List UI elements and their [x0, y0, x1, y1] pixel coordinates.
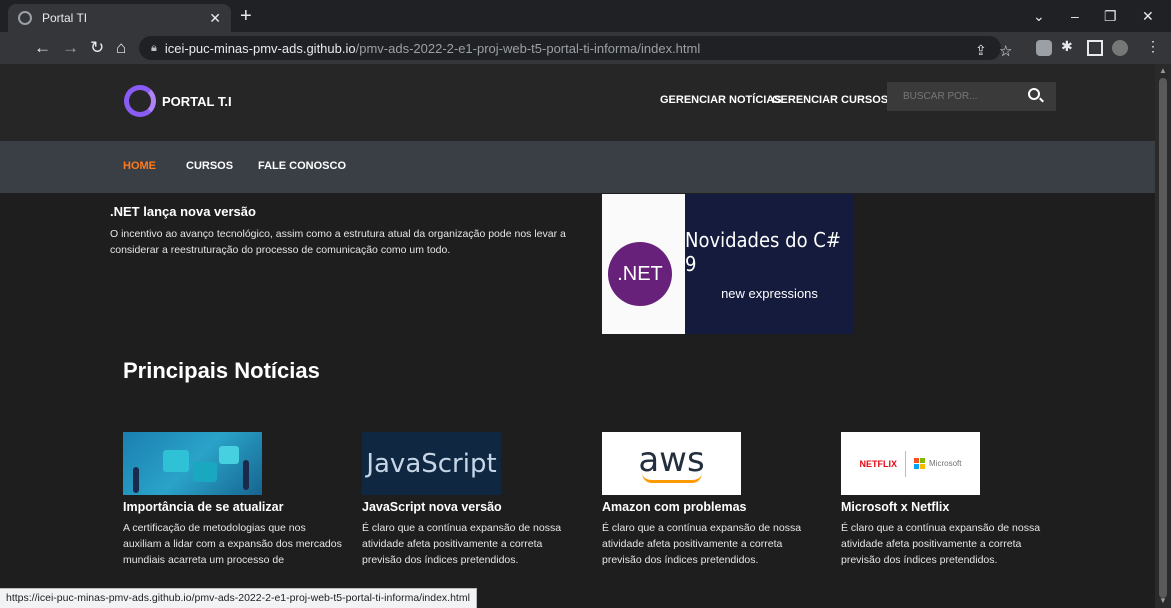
news-card[interactable]: Importância de se atualizar A certificaç…	[123, 432, 343, 568]
featured-news-title[interactable]: .NET lança nova versão	[110, 204, 580, 219]
logo-ring-icon	[124, 85, 156, 117]
tab-title: Portal TI	[42, 11, 88, 25]
featured-news: .NET lança nova versão O incentivo ao av…	[110, 204, 580, 258]
browser-chrome: Portal TI ✕ + ⌄ – ❐ ✕ ← → ↻ ⌂ 🔒︎ icei-pu…	[0, 0, 1171, 64]
site-logo[interactable]: PORTAL T.I	[124, 85, 232, 117]
bookmark-star-icon[interactable]: ☆	[999, 42, 1012, 60]
close-window-icon[interactable]: ✕	[1142, 8, 1154, 25]
news-card[interactable]: aws Amazon com problemas É claro que a c…	[602, 432, 822, 568]
news-card-image[interactable]: NETFLIX Microsoft	[841, 432, 980, 495]
netflix-logo-text: NETFLIX	[859, 458, 898, 469]
scrollbar-thumb[interactable]	[1159, 78, 1167, 598]
page-scrollbar[interactable]: ▲ ▼	[1155, 64, 1171, 608]
featured-banner-image[interactable]: .NET Novidades do C# 9 new expressions	[602, 194, 854, 334]
aws-logo-text: aws	[638, 439, 705, 480]
news-card-image[interactable]	[123, 432, 262, 495]
profile-avatar-icon[interactable]	[1112, 40, 1128, 56]
url-path: /pmv-ads-2022-2-e1-proj-web-t5-portal-ti…	[355, 40, 701, 56]
news-card-text: A certificação de metodologias que nos a…	[123, 522, 342, 566]
news-card[interactable]: NETFLIX Microsoft Microsoft x Netflix É …	[841, 432, 1061, 568]
forward-icon[interactable]: →	[62, 38, 79, 58]
banner-right-panel: Novidades do C# 9 new expressions	[685, 194, 854, 334]
news-card-image[interactable]: JavaScript	[362, 432, 501, 495]
lock-icon[interactable]: 🔒︎	[151, 42, 157, 55]
banner-title: Novidades do C# 9	[685, 227, 841, 276]
featured-news-text: O incentivo ao avanço tecnológico, assim…	[110, 228, 566, 256]
search-box	[887, 82, 1056, 111]
back-icon[interactable]: ←	[34, 38, 51, 58]
new-tab-icon[interactable]: +	[240, 6, 252, 26]
home-icon[interactable]: ⌂	[116, 38, 126, 58]
search-icon[interactable]	[1028, 88, 1040, 100]
globe-icon	[18, 11, 32, 25]
logo-text: PORTAL T.I	[162, 93, 232, 109]
menu-kebab-icon[interactable]: ⋮	[1146, 38, 1160, 55]
web-page: PORTAL T.I GERENCIAR NOTÍCIAS GERENCIAR …	[0, 64, 1155, 608]
news-card-text: É claro que a contínua expansão de nossa…	[841, 522, 1041, 566]
restore-icon[interactable]: ❐	[1104, 8, 1117, 25]
logo-divider	[905, 450, 907, 477]
subnav-cursos[interactable]: CURSOS	[186, 160, 233, 172]
news-card-text: É claro que a contínua expansão de nossa…	[362, 522, 562, 566]
site-header: PORTAL T.I GERENCIAR NOTÍCIAS GERENCIAR …	[0, 64, 1155, 141]
minimize-icon[interactable]: –	[1071, 8, 1079, 24]
side-panel-icon[interactable]	[1087, 40, 1103, 56]
extension-m-icon[interactable]	[1036, 40, 1052, 56]
aws-smile-icon	[641, 473, 702, 483]
tab-strip: Portal TI ✕ + ⌄ – ❐ ✕	[0, 0, 1171, 32]
microsoft-logo-text: Microsoft	[929, 459, 962, 468]
close-tab-icon[interactable]: ✕	[209, 10, 221, 27]
status-bar-url: https://icei-puc-minas-pmv-ads.github.io…	[0, 588, 477, 608]
search-input[interactable]	[903, 91, 1023, 102]
scroll-up-icon[interactable]: ▲	[1159, 66, 1167, 75]
banner-left-panel: .NET	[602, 194, 685, 334]
banner-subtitle: new expressions	[721, 285, 818, 301]
reload-icon[interactable]: ↻	[90, 38, 104, 58]
news-card[interactable]: JavaScript JavaScript nova versão É clar…	[362, 432, 582, 568]
microsoft-logo-icon	[914, 458, 926, 469]
url-host: icei-puc-minas-pmv-ads.github.io	[164, 40, 356, 56]
subnav-fale-conosco[interactable]: FALE CONOSCO	[258, 160, 346, 172]
news-card-title[interactable]: JavaScript nova versão	[362, 500, 582, 514]
share-icon[interactable]: ⇪	[975, 42, 987, 59]
news-card-title[interactable]: Importância de se atualizar	[123, 500, 343, 514]
news-card-text: É claro que a contínua expansão de nossa…	[602, 522, 802, 566]
tab-search-icon[interactable]: ⌄	[1033, 8, 1045, 25]
news-card-title[interactable]: Microsoft x Netflix	[841, 500, 1061, 514]
sub-navigation: HOME CURSOS FALE CONOSCO	[0, 141, 1155, 193]
news-card-title[interactable]: Amazon com problemas	[602, 500, 822, 514]
javascript-image-text: JavaScript	[366, 448, 497, 479]
scroll-down-icon[interactable]: ▼	[1159, 596, 1167, 605]
address-bar[interactable]: 🔒︎ icei-puc-minas-pmv-ads.github.io/pmv-…	[139, 36, 1012, 60]
subnav-home[interactable]: HOME	[123, 160, 156, 172]
news-card-image[interactable]: aws	[602, 432, 741, 495]
extensions-puzzle-icon[interactable]: ✱	[1061, 38, 1073, 55]
browser-toolbar: ← → ↻ ⌂ 🔒︎ icei-puc-minas-pmv-ads.github…	[0, 32, 1171, 64]
nav-gerenciar-cursos[interactable]: GERENCIAR CURSOS	[772, 94, 888, 106]
browser-tab[interactable]: Portal TI ✕	[8, 4, 231, 32]
dotnet-logo: .NET	[608, 242, 672, 306]
nav-gerenciar-noticias[interactable]: GERENCIAR NOTÍCIAS	[660, 94, 782, 106]
section-title: Principais Notícias	[123, 358, 320, 383]
